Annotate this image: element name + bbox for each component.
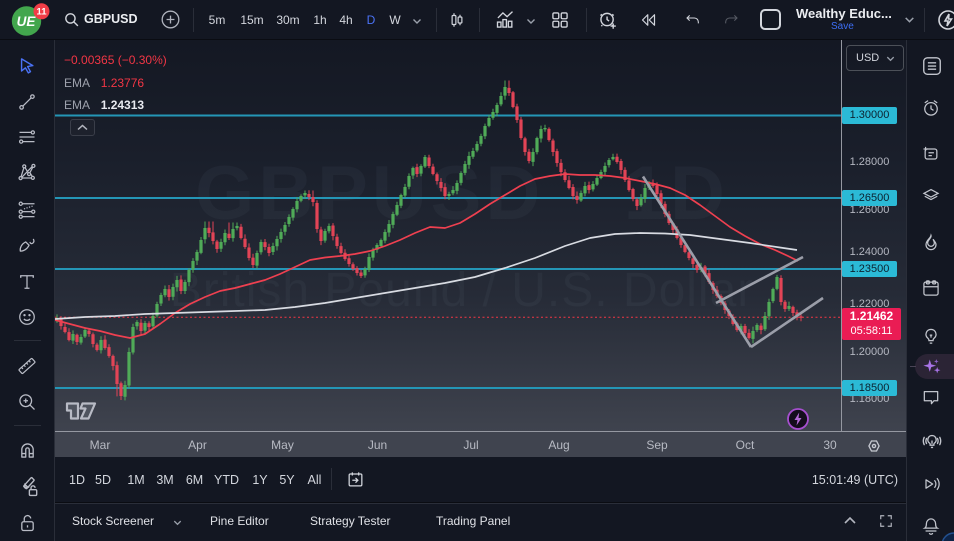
svg-text:UE: UE [17, 14, 37, 29]
svg-text:11: 11 [36, 7, 47, 18]
